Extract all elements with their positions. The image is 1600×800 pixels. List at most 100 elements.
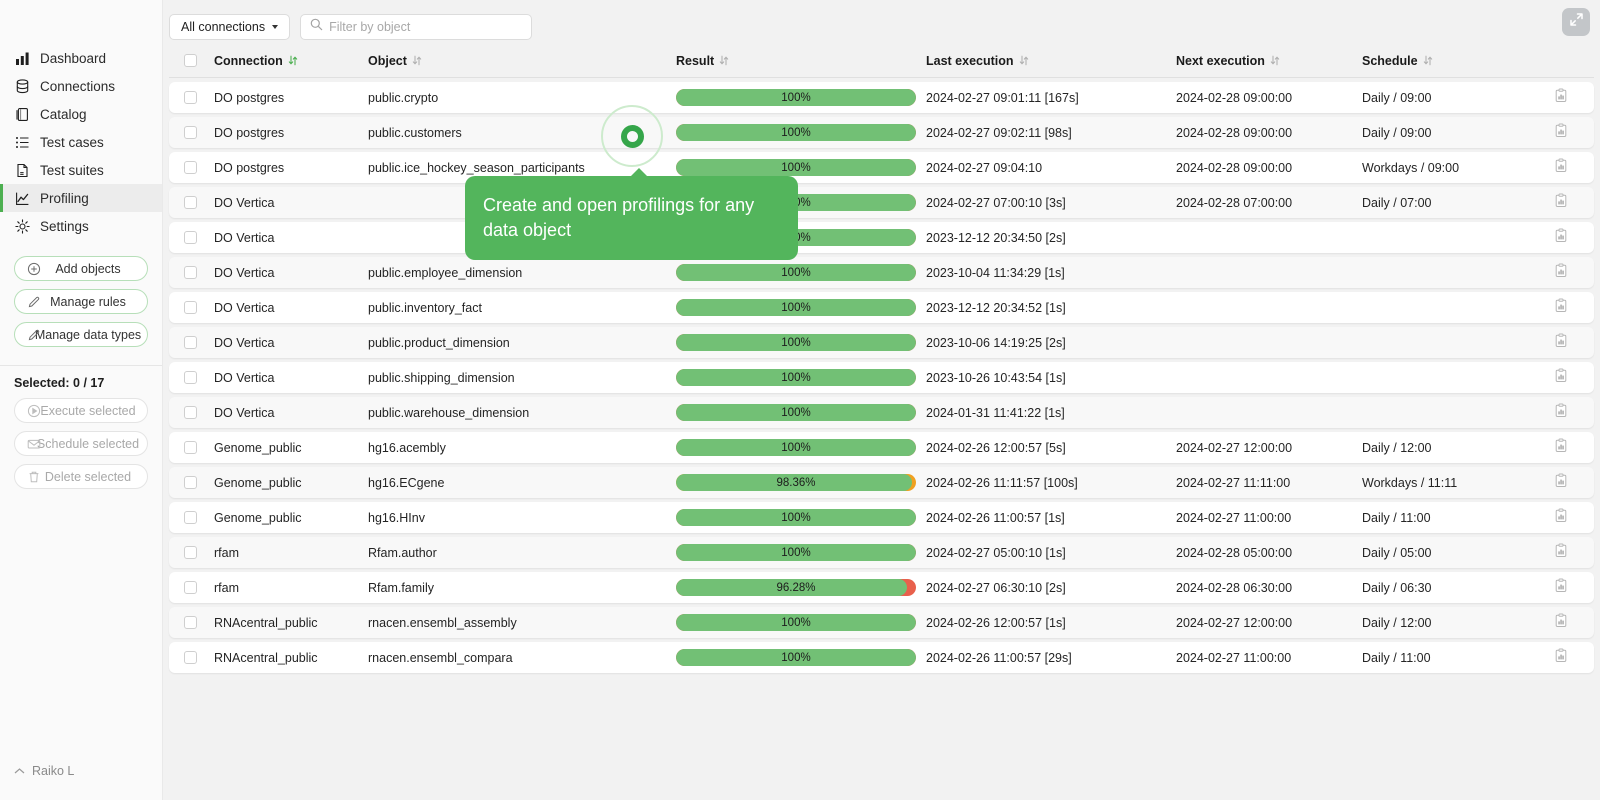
column-header-next-execution[interactable]: Next execution bbox=[1176, 54, 1362, 68]
table-row[interactable]: Genome_public hg16.ECgene 98.36% 2024-02-26… bbox=[169, 467, 1594, 498]
row-action-cell[interactable] bbox=[1554, 158, 1594, 178]
cell-result: 100% bbox=[676, 299, 926, 316]
row-checkbox[interactable] bbox=[183, 441, 197, 454]
table-row[interactable]: RNAcentral_public rnacen.ensembl_assembly… bbox=[169, 607, 1594, 638]
table-row[interactable]: DO postgres public.ice_hockey_season_part… bbox=[169, 152, 1594, 183]
table-row[interactable]: DO Vertica public.product_dimension 100% 20… bbox=[169, 327, 1594, 358]
table-row[interactable]: rfam Rfam.author 100% 2024-02-27 05:00:10 [… bbox=[169, 537, 1594, 568]
report-icon[interactable] bbox=[1554, 438, 1568, 458]
row-checkbox[interactable] bbox=[183, 511, 197, 524]
cell-last-execution: 2024-02-26 12:00:57 [1s] bbox=[926, 615, 1066, 630]
sidebar-add-objects-button[interactable]: Add objects bbox=[14, 256, 148, 281]
report-icon[interactable] bbox=[1554, 88, 1568, 108]
row-action-cell[interactable] bbox=[1554, 368, 1594, 388]
table-row[interactable]: DO postgres public.customers 100% 2024-02-2… bbox=[169, 117, 1594, 148]
select-all-checkbox[interactable] bbox=[183, 54, 197, 67]
row-action-cell[interactable] bbox=[1554, 123, 1594, 143]
row-action-cell[interactable] bbox=[1554, 403, 1594, 423]
report-icon[interactable] bbox=[1554, 228, 1568, 248]
table-row[interactable]: DO Vertica public.employee_dimension 100% 2… bbox=[169, 257, 1594, 288]
table-row[interactable]: Genome_public hg16.HInv 100% 2024-02-26 11:… bbox=[169, 502, 1594, 533]
expand-button[interactable] bbox=[1562, 8, 1590, 36]
row-action-cell[interactable] bbox=[1554, 578, 1594, 598]
report-icon[interactable] bbox=[1554, 333, 1568, 353]
report-icon[interactable] bbox=[1554, 473, 1568, 493]
row-checkbox[interactable] bbox=[183, 546, 197, 559]
search-input[interactable] bbox=[329, 19, 523, 34]
report-icon[interactable] bbox=[1554, 193, 1568, 213]
table-row[interactable]: DO postgres public.crypto 100% 2024-02-27 0… bbox=[169, 82, 1594, 113]
column-header-object[interactable]: Object bbox=[368, 54, 676, 68]
row-action-cell[interactable] bbox=[1554, 438, 1594, 458]
row-select-cell bbox=[169, 511, 211, 524]
sidebar-item-test-cases[interactable]: Test cases bbox=[0, 128, 162, 156]
table-row[interactable]: DO Vertica100%2024-02-27 07:00:10 [3s]20… bbox=[169, 187, 1594, 218]
row-checkbox[interactable] bbox=[183, 581, 197, 594]
sidebar-manage-data-types-button[interactable]: Manage data types bbox=[14, 322, 148, 347]
report-icon[interactable] bbox=[1554, 263, 1568, 283]
report-icon[interactable] bbox=[1554, 543, 1568, 563]
row-action-cell[interactable] bbox=[1554, 508, 1594, 528]
sidebar-item-profiling[interactable]: Profiling bbox=[0, 184, 162, 212]
table-row[interactable]: DO Vertica public.shipping_dimension 100% 2… bbox=[169, 362, 1594, 393]
row-checkbox[interactable] bbox=[183, 266, 197, 279]
table-row[interactable]: Genome_public hg16.acembly 100% 2024-02-26 … bbox=[169, 432, 1594, 463]
row-action-cell[interactable] bbox=[1554, 613, 1594, 633]
table-row[interactable]: RNAcentral_public rnacen.ensembl_compara 1… bbox=[169, 642, 1594, 673]
report-icon[interactable] bbox=[1554, 648, 1568, 668]
report-icon[interactable] bbox=[1554, 298, 1568, 318]
row-checkbox[interactable] bbox=[183, 161, 197, 174]
sidebar-item-dashboard[interactable]: Dashboard bbox=[0, 44, 162, 72]
row-action-cell[interactable] bbox=[1554, 88, 1594, 108]
report-icon[interactable] bbox=[1554, 368, 1568, 388]
row-checkbox[interactable] bbox=[183, 126, 197, 139]
column-header-connection[interactable]: Connection bbox=[211, 54, 368, 68]
row-action-cell[interactable] bbox=[1554, 298, 1594, 318]
column-header-result[interactable]: Result bbox=[676, 54, 926, 68]
row-checkbox[interactable] bbox=[183, 616, 197, 629]
report-icon[interactable] bbox=[1554, 403, 1568, 423]
column-header-schedule[interactable]: Schedule bbox=[1362, 54, 1554, 68]
row-checkbox[interactable] bbox=[183, 371, 197, 384]
report-icon[interactable] bbox=[1554, 123, 1568, 143]
report-icon[interactable] bbox=[1554, 578, 1568, 598]
sidebar-item-test-suites[interactable]: Test suites bbox=[0, 156, 162, 184]
report-icon[interactable] bbox=[1554, 613, 1568, 633]
search-box[interactable] bbox=[300, 13, 533, 40]
sidebar-item-catalog[interactable]: Catalog bbox=[0, 100, 162, 128]
sidebar-item-connections[interactable]: Connections bbox=[0, 72, 162, 100]
row-action-cell[interactable] bbox=[1554, 263, 1594, 283]
table-row[interactable]: rfam Rfam.family 96.28% 2024-02-27 06:30:10… bbox=[169, 572, 1594, 603]
column-header-last-execution[interactable]: Last execution bbox=[926, 54, 1176, 68]
row-action-cell[interactable] bbox=[1554, 333, 1594, 353]
row-checkbox[interactable] bbox=[183, 301, 197, 314]
sort-updown-icon[interactable] bbox=[288, 55, 297, 66]
sort-updown-icon[interactable] bbox=[1423, 55, 1432, 66]
report-icon[interactable] bbox=[1554, 508, 1568, 528]
sort-updown-icon[interactable] bbox=[1270, 55, 1280, 66]
row-checkbox[interactable] bbox=[183, 406, 197, 419]
sort-updown-icon[interactable] bbox=[412, 55, 422, 66]
connection-filter-dropdown[interactable]: All connections bbox=[169, 13, 291, 40]
row-action-cell[interactable] bbox=[1554, 473, 1594, 493]
table-row[interactable]: DO Vertica public.warehouse_dimension 100%… bbox=[169, 397, 1594, 428]
sort-updown-icon[interactable] bbox=[719, 55, 729, 66]
user-menu[interactable]: Raiko L bbox=[14, 764, 74, 778]
table-row[interactable]: DO Vertica100%2023-12-12 20:34:50 [2s] bbox=[169, 222, 1594, 253]
sort-updown-icon[interactable] bbox=[1019, 55, 1028, 66]
row-checkbox[interactable] bbox=[183, 336, 197, 349]
row-action-cell[interactable] bbox=[1554, 193, 1594, 213]
row-action-cell[interactable] bbox=[1554, 648, 1594, 668]
row-checkbox[interactable] bbox=[183, 231, 197, 244]
pencil-icon bbox=[27, 328, 41, 342]
row-checkbox[interactable] bbox=[183, 91, 197, 104]
sidebar-manage-rules-button[interactable]: Manage rules bbox=[14, 289, 148, 314]
row-action-cell[interactable] bbox=[1554, 228, 1594, 248]
sidebar-item-settings[interactable]: Settings bbox=[0, 212, 162, 240]
table-row[interactable]: DO Vertica public.inventory_fact 100% 2023-… bbox=[169, 292, 1594, 323]
report-icon[interactable] bbox=[1554, 158, 1568, 178]
row-checkbox[interactable] bbox=[183, 476, 197, 489]
row-checkbox[interactable] bbox=[183, 651, 197, 664]
row-checkbox[interactable] bbox=[183, 196, 197, 209]
row-action-cell[interactable] bbox=[1554, 543, 1594, 563]
